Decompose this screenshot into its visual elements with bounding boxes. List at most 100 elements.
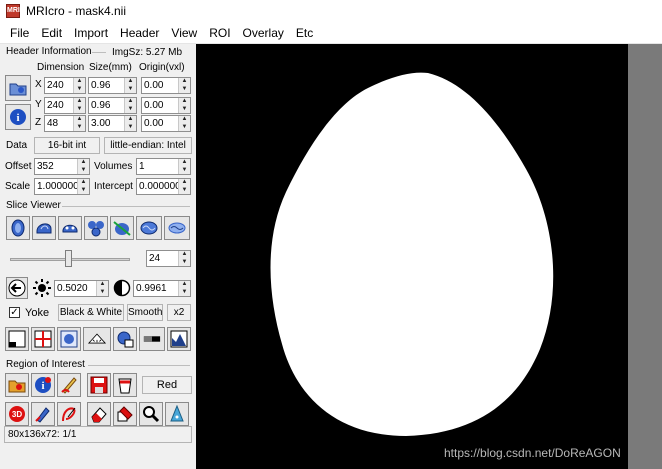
image-viewer[interactable]	[196, 44, 628, 469]
spin-arrows-icon[interactable]: ▲ ▼	[124, 98, 136, 113]
multiplanar-brain-icon	[88, 221, 104, 237]
axial-view-button[interactable]	[6, 216, 30, 240]
spin-arrows-icon[interactable]: ▲ ▼	[73, 78, 85, 93]
roi-open-button[interactable]	[5, 373, 29, 397]
dimension-column-header: Dimension	[37, 62, 85, 73]
roi-zoom-button[interactable]	[139, 402, 163, 426]
data-type-button[interactable]: 16-bit int	[34, 137, 100, 154]
spin-arrows-icon[interactable]: ▲ ▼	[124, 78, 136, 93]
slice-slider-thumb[interactable]	[65, 250, 73, 267]
spin-arrows-icon[interactable]: ▲ ▼	[178, 116, 190, 131]
roi-threshold-button[interactable]	[165, 402, 189, 426]
single-view-button[interactable]	[5, 327, 29, 351]
crosshair-view-button[interactable]	[31, 327, 55, 351]
origin-y-input[interactable]: 0.00 ▲ ▼	[141, 97, 191, 114]
yoke-checkbox[interactable]: ✓	[9, 307, 20, 318]
roi-draw-button[interactable]	[57, 402, 81, 426]
surface-brain-icon	[168, 222, 186, 234]
spin-arrows-icon[interactable]: ▲ ▼	[73, 98, 85, 113]
roi-fill-button[interactable]	[113, 402, 137, 426]
histogram-button[interactable]	[167, 327, 191, 351]
black-white-button[interactable]: Black & White	[58, 304, 124, 321]
roi-open-icon	[8, 380, 26, 393]
menu-header[interactable]: Header	[114, 26, 165, 40]
render-view-button[interactable]	[136, 216, 162, 240]
spin-arrows-icon[interactable]: ▲ ▼	[178, 251, 190, 266]
offset-label: Offset	[5, 161, 32, 172]
roi-info-icon: i	[35, 377, 51, 393]
dimension-z-input[interactable]: 48 ▲ ▼	[44, 115, 86, 132]
roi-erase-button[interactable]	[87, 402, 111, 426]
mosaic-view-button[interactable]	[57, 327, 81, 351]
ruler-icon	[88, 333, 106, 344]
scale-label: Scale	[5, 181, 31, 192]
menu-edit[interactable]: Edit	[35, 26, 68, 40]
scale-value: 1.000000	[37, 181, 77, 192]
spin-arrows-icon[interactable]: ▲ ▼	[73, 116, 85, 131]
size-x-input[interactable]: 0.96 ▲ ▼	[88, 77, 137, 94]
menu-file[interactable]: File	[0, 26, 35, 40]
spin-arrows-icon[interactable]: ▲ ▼	[178, 281, 190, 296]
colorbar-button[interactable]	[139, 327, 165, 351]
svg-text:i: i	[41, 380, 44, 392]
smooth-button[interactable]: Smooth	[127, 304, 163, 321]
scale-input[interactable]: 1.000000 ▲ ▼	[34, 178, 90, 195]
spin-arrows-icon[interactable]: ▲ ▼	[77, 179, 89, 194]
image-info-button[interactable]: i	[5, 104, 31, 130]
menu-overlay[interactable]: Overlay	[237, 26, 290, 40]
size-column-header: Size(mm)	[89, 62, 132, 73]
roi-pen-button[interactable]	[57, 373, 81, 397]
measure-tool-button[interactable]	[113, 327, 137, 351]
mask-slice-image[interactable]	[196, 44, 628, 469]
roi-save-button[interactable]	[87, 373, 111, 397]
sagittal-view-button[interactable]	[32, 216, 56, 240]
roi-edit-button[interactable]	[31, 402, 55, 426]
coronal-view-button[interactable]	[58, 216, 82, 240]
dimension-y-input[interactable]: 240 ▲ ▼	[44, 97, 86, 114]
ruler-tool-button[interactable]	[83, 327, 111, 351]
fill-bucket-icon	[117, 406, 133, 422]
spin-arrows-icon[interactable]: ▲ ▼	[178, 179, 190, 194]
size-z-input[interactable]: 3.00 ▲ ▼	[88, 115, 137, 132]
slice-number-input[interactable]: 24 ▲ ▼	[146, 250, 191, 267]
navigate-button[interactable]	[6, 277, 28, 299]
spin-arrows-icon[interactable]: ▲ ▼	[178, 159, 190, 174]
multiplanar-view-button[interactable]	[84, 216, 108, 240]
contrast-input[interactable]: 0.9961 ▲ ▼	[133, 280, 191, 297]
viewer-margin	[628, 44, 662, 469]
zoom-x2-button[interactable]: x2	[167, 304, 191, 321]
brightness-input[interactable]: 0.5020 ▲ ▼	[54, 280, 109, 297]
menu-import[interactable]: Import	[68, 26, 114, 40]
spin-arrows-icon[interactable]: ▲ ▼	[178, 98, 190, 113]
spin-arrows-icon[interactable]: ▲ ▼	[124, 116, 136, 131]
roi-3d-button[interactable]: 3D	[5, 402, 29, 426]
roi-label: Region of Interest	[6, 359, 85, 370]
roi-clear-button[interactable]	[113, 373, 137, 397]
surface-view-button[interactable]	[164, 216, 190, 240]
endian-button[interactable]: little-endian: Intel	[104, 137, 192, 154]
menu-view[interactable]: View	[165, 26, 203, 40]
spin-arrows-icon[interactable]: ▲ ▼	[96, 281, 108, 296]
open-image-button[interactable]	[5, 75, 31, 101]
group-divider	[92, 52, 106, 53]
title-bar: MRI MRIcro - mask4.nii	[0, 0, 662, 22]
roi-info-button[interactable]: i	[31, 373, 55, 397]
oblique-view-button[interactable]	[110, 216, 134, 240]
intercept-input[interactable]: 0.000000 ▲ ▼	[136, 178, 191, 195]
menu-etc[interactable]: Etc	[290, 26, 319, 40]
spin-arrows-icon[interactable]: ▲ ▼	[178, 78, 190, 93]
offset-input[interactable]: 352 ▲ ▼	[34, 158, 90, 175]
origin-x-input[interactable]: 0.00 ▲ ▼	[141, 77, 191, 94]
origin-column-header: Origin(vxl)	[139, 62, 185, 73]
axis-y-label: Y	[35, 99, 42, 110]
spin-arrows-icon[interactable]: ▲ ▼	[77, 159, 89, 174]
sagittal-brain-icon	[36, 223, 52, 234]
origin-z-input[interactable]: 0.00 ▲ ▼	[141, 115, 191, 132]
menu-roi[interactable]: ROI	[203, 26, 236, 40]
roi-color-button[interactable]: Red	[142, 376, 192, 394]
intercept-label: Intercept	[94, 181, 133, 192]
volumes-input[interactable]: 1 ▲ ▼	[136, 158, 191, 175]
dimension-x-input[interactable]: 240 ▲ ▼	[44, 77, 86, 94]
size-y-input[interactable]: 0.96 ▲ ▼	[88, 97, 137, 114]
mosaic-panel-icon	[60, 330, 78, 348]
